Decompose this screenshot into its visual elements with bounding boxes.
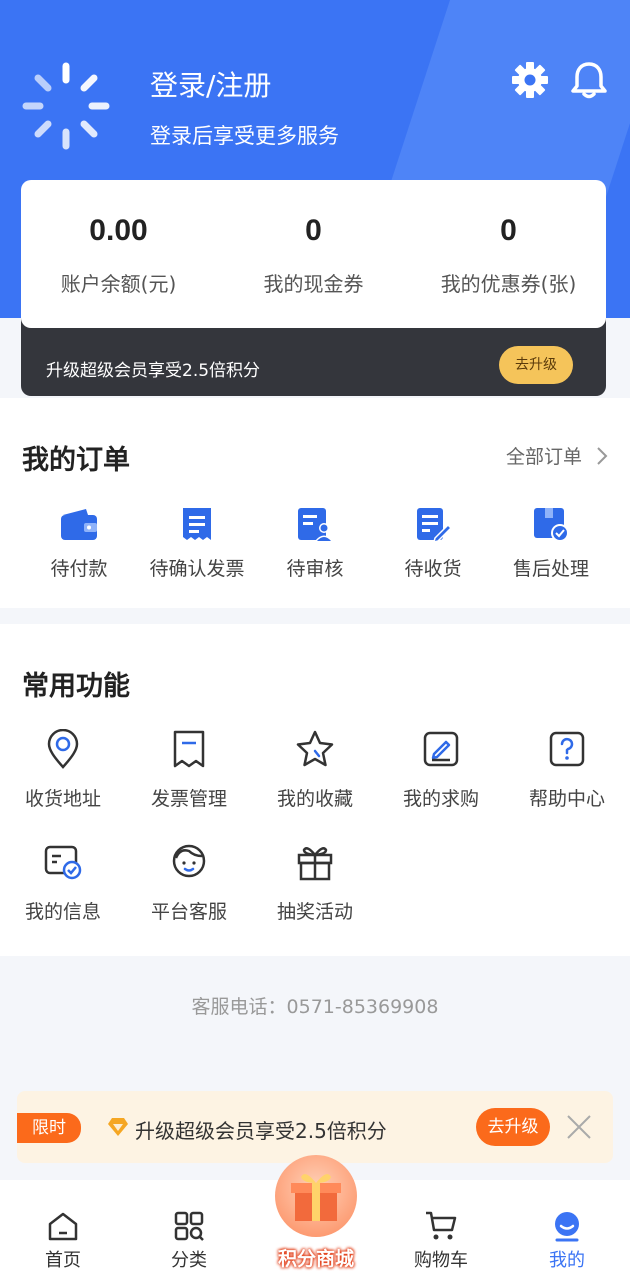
- balance-label: 账户余额(元): [60, 272, 177, 296]
- order-pending-receipt[interactable]: 待收货: [374, 504, 492, 581]
- tab-cart-label: 购物车: [414, 1250, 468, 1271]
- coupon-label: 我的优惠券(张): [440, 272, 577, 296]
- func-shipping-address[interactable]: 收货地址: [0, 724, 126, 837]
- limited-time-tag: 限时: [17, 1113, 81, 1143]
- gift-box-icon: [291, 1174, 341, 1221]
- diamond-icon: [108, 1118, 128, 1136]
- func-my-favorites-label: 我的收藏: [276, 788, 353, 810]
- star-icon: [296, 730, 334, 767]
- func-shipping-address-label: 收货地址: [24, 788, 101, 810]
- pencil-box-icon: [423, 731, 459, 767]
- func-my-info-label: 我的信息: [24, 901, 101, 923]
- func-invoice-management[interactable]: 发票管理: [126, 724, 252, 837]
- order-pending-payment-label: 待付款: [50, 558, 108, 580]
- func-help-center[interactable]: 帮助中心: [504, 724, 630, 837]
- receipt-icon: [183, 508, 211, 540]
- package-check-icon: [534, 508, 569, 542]
- promo-upgrade-button[interactable]: 去升级: [476, 1108, 550, 1146]
- tab-category-label: 分类: [171, 1250, 207, 1271]
- coupon-stat[interactable]: 0 我的优惠券(张): [411, 180, 606, 328]
- coupon-value: 0: [500, 214, 517, 247]
- func-my-favorites[interactable]: 我的收藏: [252, 724, 378, 837]
- gear-icon[interactable]: [510, 60, 550, 100]
- loading-spinner-icon[interactable]: [20, 60, 112, 152]
- promo-text: 升级超级会员享受2.5倍积分: [135, 1119, 387, 1143]
- grid-icon: [174, 1211, 204, 1241]
- question-icon: [549, 731, 585, 767]
- gift-icon: [297, 847, 333, 881]
- location-pin-icon: [47, 729, 79, 769]
- func-my-purchase-requests-label: 我的求购: [402, 788, 479, 810]
- tab-home-label: 首页: [45, 1250, 81, 1271]
- vip-upgrade-text: 升级超级会员享受2.5倍积分: [46, 361, 261, 381]
- func-lottery[interactable]: 抽奖活动: [252, 837, 378, 950]
- edit-document-icon: [417, 508, 451, 542]
- balance-stat[interactable]: 0.00 账户余额(元): [21, 180, 216, 328]
- func-invoice-management-label: 发票管理: [150, 788, 227, 810]
- tab-mine[interactable]: 我的: [522, 1210, 612, 1272]
- vip-upgrade-button[interactable]: 去升级: [499, 346, 573, 384]
- order-pending-review-label: 待审核: [286, 558, 344, 580]
- login-register-link[interactable]: 登录/注册: [150, 64, 271, 104]
- func-customer-service-label: 平台客服: [150, 901, 227, 923]
- customer-service-hotline[interactable]: 客服电话：0571-85369908: [0, 992, 630, 1019]
- account-stats-card: 0.00 账户余额(元) 0 我的现金券 0 我的优惠券(张): [21, 180, 606, 328]
- func-customer-service[interactable]: 平台客服: [126, 837, 252, 950]
- func-help-center-label: 帮助中心: [528, 788, 605, 810]
- balance-value: 0.00: [89, 214, 148, 247]
- order-pending-invoice[interactable]: 待确认发票: [138, 504, 256, 581]
- tab-category[interactable]: 分类: [144, 1210, 234, 1272]
- func-lottery-label: 抽奖活动: [276, 901, 353, 923]
- bell-icon[interactable]: [568, 58, 610, 100]
- wallet-icon: [61, 509, 97, 540]
- order-pending-receipt-label: 待收货: [404, 558, 462, 580]
- id-card-icon: [44, 845, 82, 880]
- tab-cart[interactable]: 购物车: [396, 1210, 486, 1272]
- tab-mine-label: 我的: [549, 1250, 585, 1271]
- cart-icon: [426, 1211, 457, 1240]
- all-orders-link[interactable]: 全部订单: [506, 442, 608, 469]
- orders-title: 我的订单: [22, 445, 130, 476]
- cash-voucher-value: 0: [305, 214, 322, 247]
- chevron-right-icon: [597, 446, 608, 465]
- profile-icon: [555, 1212, 579, 1242]
- common-functions-section: 常用功能 收货地址 发票管理 我的收藏 我的求购 帮助中心 我的信息 平台客服 …: [0, 624, 630, 956]
- invoice-icon: [173, 730, 205, 768]
- functions-title: 常用功能: [22, 671, 130, 702]
- cash-voucher-label: 我的现金券: [263, 272, 364, 296]
- promo-banner: 限时 升级超级会员享受2.5倍积分 去升级: [17, 1091, 613, 1163]
- order-after-sales-label: 售后处理: [512, 558, 589, 580]
- func-my-purchase-requests[interactable]: 我的求购: [378, 724, 504, 837]
- my-orders-section: 我的订单 全部订单 待付款 待确认发票 待审核 待收货 售后处理: [0, 398, 630, 608]
- order-pending-review[interactable]: 待审核: [256, 504, 374, 581]
- vip-upgrade-bar: 升级超级会员享受2.5倍积分 去升级: [21, 316, 606, 396]
- order-pending-payment[interactable]: 待付款: [20, 504, 138, 581]
- order-pending-invoice-label: 待确认发票: [149, 558, 245, 580]
- review-icon: [298, 508, 333, 541]
- tab-points-mall[interactable]: [275, 1155, 357, 1237]
- close-icon[interactable]: [565, 1113, 593, 1141]
- customer-service-icon: [172, 844, 206, 878]
- home-icon: [48, 1212, 78, 1241]
- order-after-sales[interactable]: 售后处理: [492, 504, 610, 581]
- login-subtitle: 登录后享受更多服务: [150, 124, 339, 148]
- cash-voucher-stat[interactable]: 0 我的现金券: [216, 180, 411, 328]
- tab-home[interactable]: 首页: [18, 1210, 108, 1272]
- func-my-info[interactable]: 我的信息: [0, 837, 126, 950]
- tab-points-mall-label: 积分商城: [277, 1248, 354, 1270]
- all-orders-label: 全部订单: [505, 446, 582, 468]
